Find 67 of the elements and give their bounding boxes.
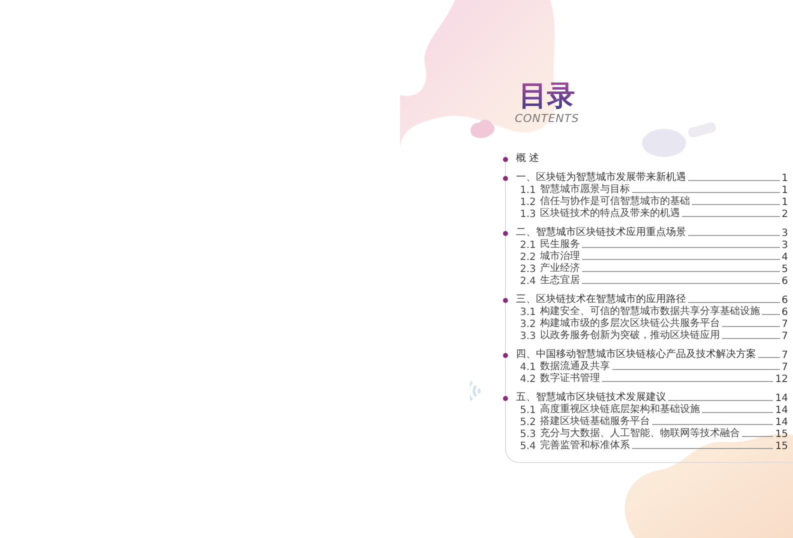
page-number: 15 — [775, 440, 788, 452]
section-number: 3.3 — [520, 330, 536, 342]
cloud-icon — [468, 117, 496, 141]
toc-entry[interactable]: 搭建区块链基础服务平台 — [540, 416, 650, 428]
page-number: 12 — [775, 374, 788, 384]
page-number: 14 — [775, 392, 788, 404]
toc-entry[interactable]: 信任与协作是可信智慧城市的基础 — [540, 196, 690, 208]
toc-entry[interactable]: 区块链技术的特点及带来的机遇 — [540, 208, 680, 220]
section-number: 2.3 — [520, 264, 536, 274]
toc-heading[interactable]: 四、中国移动智慧城市区块链核心产品及技术解决方案 — [516, 349, 756, 361]
section-number: 2.4 — [520, 276, 536, 286]
toc-entry[interactable]: 生态宜居 — [540, 275, 580, 287]
page-number: 1 — [782, 184, 788, 196]
bullet-dot — [503, 230, 508, 236]
bullet-dot — [503, 176, 508, 180]
toc-entry[interactable]: 高度重视区块链底层架构和基础设施 — [540, 404, 700, 416]
section-number: 1.3 — [520, 208, 536, 220]
toc-entry[interactable]: 民生服务 — [540, 239, 580, 251]
toc-heading[interactable]: 一、区块链为智慧城市发展带来新机遇 — [516, 172, 686, 184]
page-number: 3 — [782, 228, 788, 238]
contents-subtitle: CONTENTS — [514, 112, 580, 125]
bullet-dot — [503, 298, 508, 302]
toc-entry[interactable]: 构建城市级的多层次区块链公共服务平台 — [540, 318, 720, 330]
toc-entry[interactable]: 构建安全、可信的智慧城市数据共享分享基础设施 — [540, 306, 760, 318]
page-number: 7 — [782, 330, 788, 342]
page-number: 6 — [782, 306, 788, 318]
bullet-dot — [503, 352, 508, 358]
section-number: 2.2 — [520, 252, 536, 262]
page-number: 1 — [782, 172, 788, 184]
toc-entry[interactable]: 以政务服务创新为突破，推动区块链应用 — [540, 330, 720, 342]
page-number: 5 — [782, 264, 788, 274]
section-number: 5.4 — [520, 440, 536, 452]
page-number: 1 — [782, 196, 788, 208]
section-number: 4.2 — [520, 374, 536, 384]
page-number: 15 — [775, 428, 788, 440]
toc-entry[interactable]: 产业经济 — [540, 263, 580, 275]
bullet-dot — [503, 396, 508, 400]
page-number: 7 — [782, 350, 788, 360]
toc-heading[interactable]: 三、区块链技术在智慧城市的应用路径 — [516, 294, 686, 306]
section-number: 3.1 — [520, 306, 536, 318]
toc-entry[interactable]: 数字证书管理 — [540, 373, 600, 385]
section-number: 5.3 — [520, 428, 536, 440]
page-number: 14 — [775, 404, 788, 416]
page-number: 6 — [782, 294, 788, 306]
toc-heading[interactable]: 概 述 — [516, 153, 540, 165]
section-number: 5.2 — [520, 416, 536, 428]
section-number: 2.1 — [520, 240, 536, 250]
toc-entry[interactable]: 城市治理 — [540, 251, 580, 263]
toc-entry[interactable]: 智慧城市愿景与目标 — [540, 184, 630, 196]
section-number: 1.1 — [520, 184, 536, 196]
section-number: 5.1 — [520, 404, 536, 416]
page-number: 7 — [782, 362, 788, 372]
page-number: 7 — [782, 318, 788, 330]
page-number: 14 — [775, 416, 788, 428]
toc-entry[interactable]: 数据流通及共享 — [540, 361, 610, 373]
page-number: 4 — [782, 252, 788, 262]
page-number: 2 — [782, 208, 788, 220]
section-number: 4.1 — [520, 362, 536, 372]
toc-entry[interactable]: 完善监管和标准体系 — [540, 440, 630, 452]
toc-heading[interactable]: 五、智慧城市区块链技术发展建议 — [516, 392, 666, 404]
page-number: 6 — [782, 276, 788, 286]
page-number: 3 — [782, 240, 788, 250]
bullet-dot — [503, 156, 508, 162]
toc-heading[interactable]: 二、智慧城市区块链技术应用重点场景 — [516, 227, 686, 239]
section-number: 1.2 — [520, 196, 536, 208]
section-number: 3.2 — [520, 318, 536, 330]
toc-entry[interactable]: 充分与大数据、人工智能、物联网等技术融合 — [540, 428, 740, 440]
